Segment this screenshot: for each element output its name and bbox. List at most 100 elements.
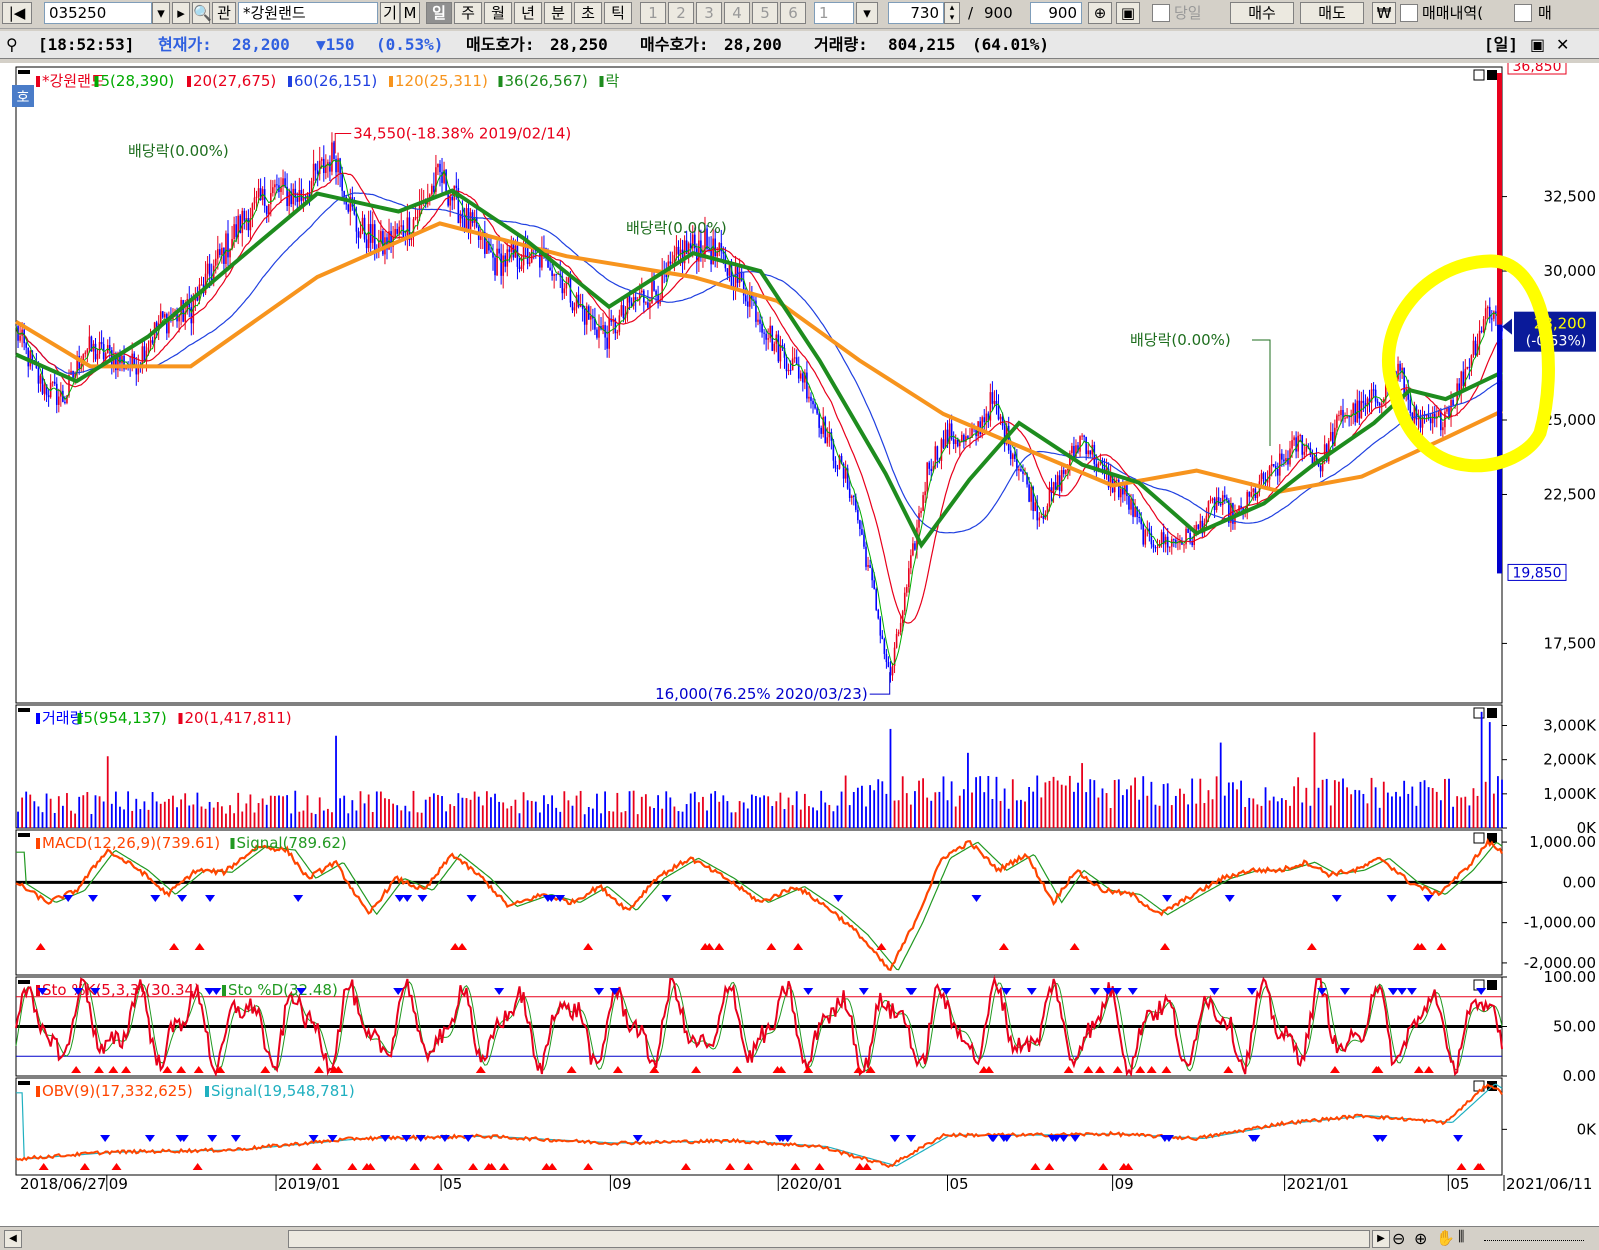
period-second-tab[interactable]: 초 <box>574 2 602 24</box>
num-3-button[interactable]: 3 <box>696 2 722 24</box>
num-6-button[interactable]: 6 <box>780 2 806 24</box>
scroll-right-button[interactable]: ▶ <box>1372 1230 1390 1248</box>
volume-bar <box>457 793 460 828</box>
m-button[interactable]: M <box>400 2 420 24</box>
hand-icon[interactable]: ✋ <box>1436 1229 1455 1247</box>
last-checkbox[interactable] <box>1514 4 1532 22</box>
candle-body <box>608 318 610 349</box>
candle-body <box>1329 431 1332 441</box>
candle-body <box>322 158 325 174</box>
volume-bar <box>412 790 415 828</box>
pane-close-icon <box>1487 980 1497 990</box>
candle-body <box>765 333 767 340</box>
volume-bar <box>216 802 219 828</box>
buy-button[interactable]: 매수 <box>1230 2 1294 24</box>
candle-body <box>865 546 867 567</box>
candle-body <box>812 400 814 405</box>
num-1-button[interactable]: 1 <box>640 2 666 24</box>
volume-bar <box>1333 780 1336 828</box>
bars-icon[interactable]: ⫼ <box>1458 1229 1464 1245</box>
chart-area[interactable]: 32,500 30,000 25,000 22,500 17,500 36,850 19,8… <box>0 57 1599 1226</box>
candle-body <box>267 204 270 215</box>
candle-body <box>567 277 570 283</box>
candle-body <box>850 496 853 498</box>
candle-body <box>331 142 333 172</box>
count-input[interactable]: 730 <box>888 2 944 24</box>
period-year-tab[interactable]: 년 <box>514 2 542 24</box>
candle-body <box>1352 403 1354 415</box>
volume-bar <box>261 798 264 828</box>
period-day-tab[interactable]: 일 <box>426 2 452 24</box>
volume-bar <box>314 814 317 828</box>
candle-body <box>687 243 690 254</box>
period-minute-tab[interactable]: 분 <box>544 2 572 24</box>
zoom-slider[interactable] <box>1484 1236 1584 1241</box>
search-icon[interactable]: 🔍 <box>192 2 212 24</box>
volume-bar <box>1492 793 1495 828</box>
volume-bar <box>755 795 757 828</box>
candle-body <box>486 241 488 254</box>
total-input[interactable]: 900 <box>1030 2 1082 24</box>
candle-body <box>1120 488 1122 498</box>
horizontal-scrollbar[interactable]: ◀ ▶ ⊖ ⊕ ✋ ⫼ <box>0 1226 1599 1250</box>
period-tick-tab[interactable]: 틱 <box>604 2 632 24</box>
volume-bar <box>726 801 729 828</box>
price-change: ▼150 <box>316 35 355 54</box>
volume-bar <box>865 806 867 828</box>
volume-bar <box>151 792 154 828</box>
chart-svg[interactable]: 32,500 30,000 25,000 22,500 17,500 36,850 19,8… <box>0 57 1599 1226</box>
volume-bar <box>889 728 892 828</box>
gi-button[interactable]: 기 <box>380 2 400 24</box>
zoom-in-icon[interactable]: ⊕ <box>1414 1229 1427 1248</box>
won-button[interactable]: ₩ <box>1372 2 1396 24</box>
scroll-left-button[interactable]: ◀ <box>4 1230 22 1248</box>
candle-body <box>1272 464 1275 466</box>
candle-body <box>669 261 672 264</box>
watchlist-button[interactable]: 관 <box>212 2 236 24</box>
sell-button[interactable]: 매도 <box>1300 2 1364 24</box>
volume-bar <box>1032 791 1035 828</box>
today-checkbox[interactable] <box>1152 4 1170 22</box>
config-icon[interactable]: ⚲ <box>6 31 18 58</box>
candle-body <box>1431 413 1434 424</box>
volume-bar <box>591 808 594 828</box>
scroll-thumb[interactable] <box>288 1230 1370 1248</box>
volume-bar <box>1309 805 1312 828</box>
num-2-button[interactable]: 2 <box>668 2 694 24</box>
history-checkbox[interactable] <box>1400 4 1418 22</box>
restore-icon[interactable]: ▣ <box>1530 31 1545 58</box>
volume-pct: (64.01%) <box>972 35 1050 54</box>
stock-name-field[interactable]: *강원랜드 <box>238 2 378 24</box>
zoom-out-icon[interactable]: ⊖ <box>1392 1229 1405 1248</box>
add-icon[interactable]: ⊕ <box>1088 2 1112 24</box>
period-month-tab[interactable]: 월 <box>484 2 512 24</box>
volume-bar <box>1003 788 1006 828</box>
interval-dropdown-button[interactable]: ▾ <box>856 2 878 24</box>
x-tick-label: 05 <box>1450 1175 1469 1193</box>
volume-bar <box>1244 806 1247 828</box>
x-tick-label: 2021/01 <box>1287 1175 1349 1193</box>
close-icon[interactable]: ✕ <box>1556 31 1569 58</box>
candle-body <box>867 565 869 567</box>
num-4-button[interactable]: 4 <box>724 2 750 24</box>
code-dropdown-button[interactable]: ▾ <box>152 2 170 24</box>
first-page-button[interactable]: |◀ <box>2 2 32 24</box>
candle-body <box>1486 306 1489 309</box>
num-5-button[interactable]: 5 <box>752 2 778 24</box>
count-stepper[interactable]: ▴ ▾ <box>944 2 960 24</box>
volume-bar <box>1370 777 1373 828</box>
save-icon[interactable]: ▣ <box>1116 2 1140 24</box>
next-arrow-button[interactable]: ▸ <box>172 2 190 24</box>
candle-body <box>1301 435 1304 455</box>
volume-legend-item: 거래량 <box>42 709 84 727</box>
candle-body <box>1354 403 1357 423</box>
volume-bar <box>57 796 60 828</box>
obv-legend-swatch <box>36 1086 40 1097</box>
period-week-tab[interactable]: 주 <box>454 2 482 24</box>
interval-select[interactable]: 1 <box>814 2 854 24</box>
candle-body <box>1484 308 1487 320</box>
volume-bar <box>1289 805 1291 828</box>
stock-code-input[interactable]: 035250 <box>44 2 152 24</box>
volume-bar <box>771 806 774 828</box>
volume-bar <box>286 795 289 828</box>
